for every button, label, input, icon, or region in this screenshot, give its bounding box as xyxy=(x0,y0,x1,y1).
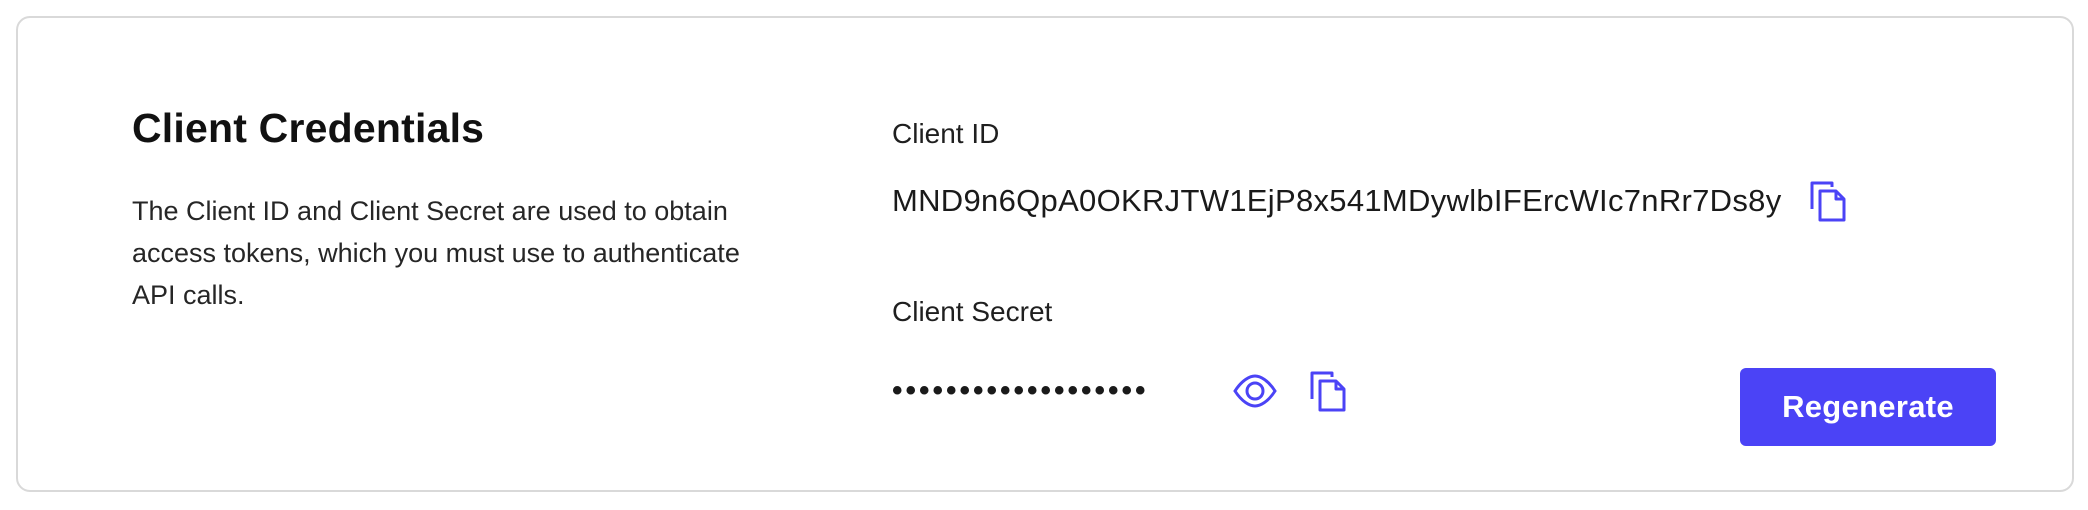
client-id-block: Client ID MND9n6QpA0OKRJTW1EjP8x541MDywl… xyxy=(892,114,1850,226)
client-credentials-card: Client Credentials The Client ID and Cli… xyxy=(16,16,2074,492)
copy-client-secret-button[interactable] xyxy=(1306,369,1350,413)
client-id-label: Client ID xyxy=(892,118,1000,149)
copy-client-id-button[interactable] xyxy=(1806,179,1850,223)
client-secret-block: Client Secret ••••••••••••••••••• xyxy=(892,292,1850,416)
client-secret-row: ••••••••••••••••••• xyxy=(892,366,1850,416)
client-id-row: MND9n6QpA0OKRJTW1EjP8x541MDywlbIFErcWIc7… xyxy=(892,176,1850,226)
credentials-fields: Client ID MND9n6QpA0OKRJTW1EjP8x541MDywl… xyxy=(892,114,1850,416)
client-secret-label: Client Secret xyxy=(892,296,1053,327)
copy-icon xyxy=(1810,181,1846,222)
client-id-value[interactable]: MND9n6QpA0OKRJTW1EjP8x541MDywlbIFErcWIc7… xyxy=(892,183,1782,219)
client-secret-masked-value: ••••••••••••••••••• xyxy=(892,374,1149,407)
section-description: The Client ID and Client Secret are used… xyxy=(132,196,740,310)
reveal-secret-button[interactable] xyxy=(1232,368,1278,414)
eye-icon xyxy=(1233,374,1277,408)
section-title: Client Credentials xyxy=(132,105,485,151)
credentials-intro: Client Credentials The Client ID and Cli… xyxy=(132,100,772,316)
regenerate-button[interactable]: Regenerate xyxy=(1740,368,1996,446)
copy-icon xyxy=(1310,371,1346,412)
